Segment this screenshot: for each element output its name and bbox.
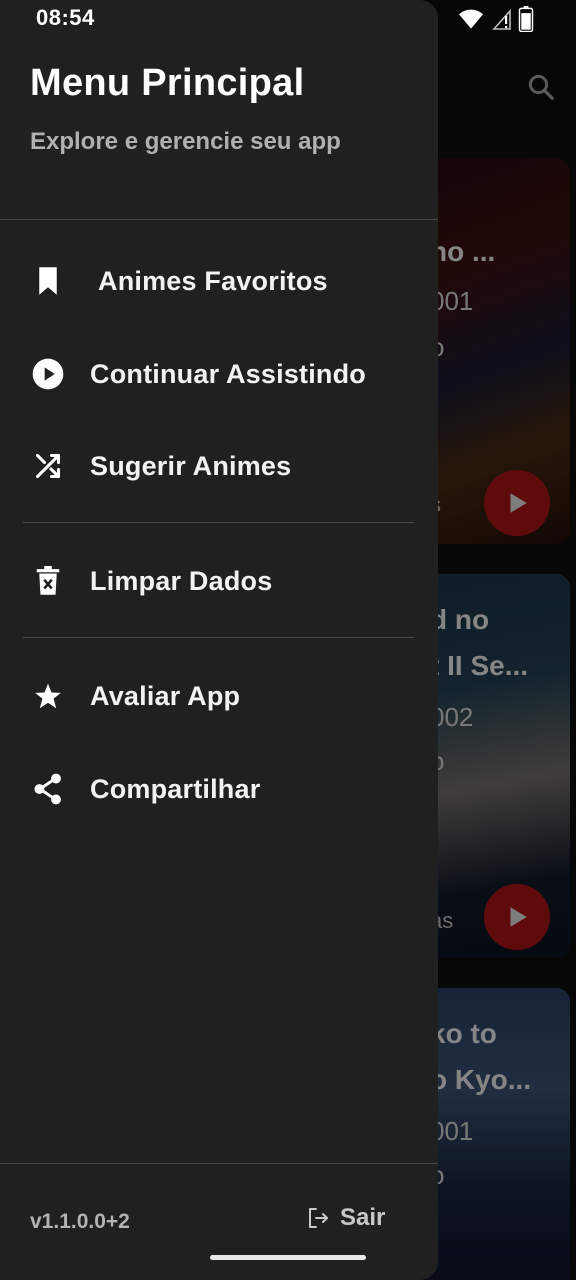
divider <box>0 219 438 220</box>
divider <box>23 637 414 638</box>
shuffle-icon <box>32 450 64 482</box>
menu-item-share[interactable]: Compartilhar <box>0 754 438 824</box>
menu-item-rate-app[interactable]: Avaliar App <box>0 661 438 731</box>
menu-item-label: Compartilhar <box>90 773 261 804</box>
menu-item-label: Continuar Assistindo <box>90 358 367 389</box>
battery-icon <box>518 6 534 32</box>
menu-item-label: Animes Favoritos <box>98 265 328 296</box>
trash-icon <box>32 565 64 597</box>
menu-item-favorites[interactable]: Animes Favoritos <box>0 246 438 316</box>
divider <box>23 522 414 523</box>
play-circle-icon <box>32 358 64 390</box>
logout-icon <box>309 1208 328 1228</box>
navigation-drawer: Menu Principal Explore e gerencie seu ap… <box>0 0 438 1280</box>
star-icon <box>32 680 64 712</box>
divider <box>0 1163 438 1164</box>
bookmark-icon <box>32 265 64 297</box>
menu-item-label: Sugerir Animes <box>90 450 292 481</box>
menu-item-clear-data[interactable]: Limpar Dados <box>0 546 438 616</box>
wifi-icon <box>459 9 483 29</box>
menu-item-suggest[interactable]: Sugerir Animes <box>0 431 438 501</box>
signal-icon <box>492 8 511 30</box>
logout-label: Sair <box>340 1204 386 1231</box>
app-version: v1.1.0.0+2 <box>30 1210 130 1233</box>
drawer-subtitle: Explore e gerencie seu app <box>30 128 341 155</box>
menu-item-label: Limpar Dados <box>90 565 273 596</box>
menu-item-label: Avaliar App <box>90 680 241 711</box>
drawer-title: Menu Principal <box>30 62 305 104</box>
status-bar: 08:54 <box>0 0 576 40</box>
share-icon <box>32 773 64 805</box>
logout-button[interactable]: Sair <box>306 1204 385 1232</box>
home-indicator[interactable] <box>210 1255 366 1260</box>
status-time: 08:54 <box>36 5 95 30</box>
menu-item-continue-watching[interactable]: Continuar Assistindo <box>0 339 438 409</box>
